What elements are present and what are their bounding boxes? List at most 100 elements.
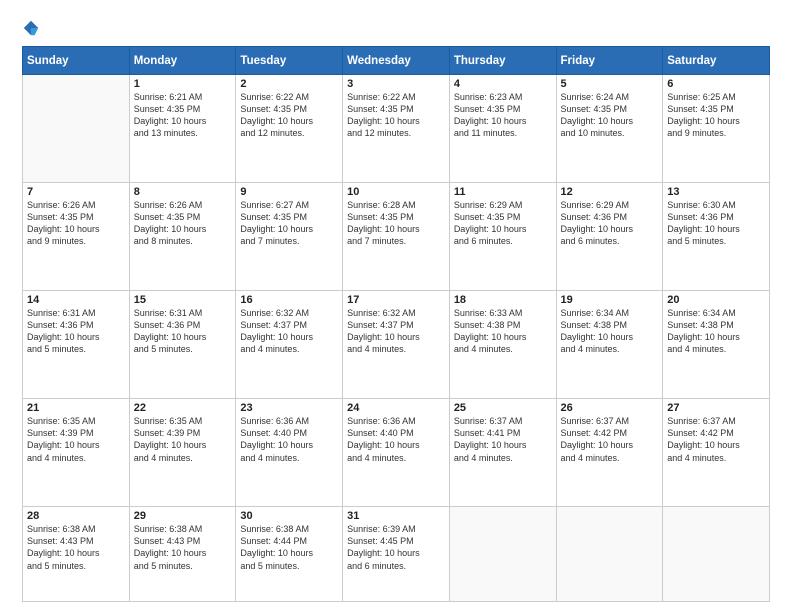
day-info: Sunrise: 6:29 AMSunset: 4:36 PMDaylight:… xyxy=(561,199,659,248)
calendar-cell xyxy=(449,507,556,602)
calendar-cell: 24Sunrise: 6:36 AMSunset: 4:40 PMDayligh… xyxy=(343,399,450,507)
logo xyxy=(22,18,42,38)
calendar-cell xyxy=(556,507,663,602)
day-info: Sunrise: 6:26 AMSunset: 4:35 PMDaylight:… xyxy=(27,199,125,248)
day-number: 5 xyxy=(561,78,659,90)
day-number: 21 xyxy=(27,402,125,414)
calendar-cell xyxy=(23,75,130,183)
calendar-cell: 7Sunrise: 6:26 AMSunset: 4:35 PMDaylight… xyxy=(23,183,130,291)
weekday-header-tuesday: Tuesday xyxy=(236,47,343,75)
day-number: 16 xyxy=(240,294,338,306)
day-number: 20 xyxy=(667,294,765,306)
day-number: 8 xyxy=(134,186,232,198)
weekday-header-thursday: Thursday xyxy=(449,47,556,75)
week-row-2: 7Sunrise: 6:26 AMSunset: 4:35 PMDaylight… xyxy=(23,183,770,291)
day-info: Sunrise: 6:34 AMSunset: 4:38 PMDaylight:… xyxy=(561,307,659,356)
day-info: Sunrise: 6:33 AMSunset: 4:38 PMDaylight:… xyxy=(454,307,552,356)
day-number: 29 xyxy=(134,510,232,522)
day-number: 25 xyxy=(454,402,552,414)
calendar-cell: 8Sunrise: 6:26 AMSunset: 4:35 PMDaylight… xyxy=(129,183,236,291)
day-number: 13 xyxy=(667,186,765,198)
calendar-cell: 23Sunrise: 6:36 AMSunset: 4:40 PMDayligh… xyxy=(236,399,343,507)
calendar-cell: 9Sunrise: 6:27 AMSunset: 4:35 PMDaylight… xyxy=(236,183,343,291)
day-number: 9 xyxy=(240,186,338,198)
calendar-cell: 20Sunrise: 6:34 AMSunset: 4:38 PMDayligh… xyxy=(663,291,770,399)
day-info: Sunrise: 6:37 AMSunset: 4:42 PMDaylight:… xyxy=(667,415,765,464)
calendar-cell: 6Sunrise: 6:25 AMSunset: 4:35 PMDaylight… xyxy=(663,75,770,183)
calendar-table: SundayMondayTuesdayWednesdayThursdayFrid… xyxy=(22,46,770,602)
day-number: 23 xyxy=(240,402,338,414)
day-number: 11 xyxy=(454,186,552,198)
calendar-cell: 12Sunrise: 6:29 AMSunset: 4:36 PMDayligh… xyxy=(556,183,663,291)
day-info: Sunrise: 6:38 AMSunset: 4:43 PMDaylight:… xyxy=(27,523,125,572)
day-number: 12 xyxy=(561,186,659,198)
day-info: Sunrise: 6:21 AMSunset: 4:35 PMDaylight:… xyxy=(134,91,232,140)
calendar-cell: 5Sunrise: 6:24 AMSunset: 4:35 PMDaylight… xyxy=(556,75,663,183)
day-number: 7 xyxy=(27,186,125,198)
week-row-1: 1Sunrise: 6:21 AMSunset: 4:35 PMDaylight… xyxy=(23,75,770,183)
calendar-cell: 4Sunrise: 6:23 AMSunset: 4:35 PMDaylight… xyxy=(449,75,556,183)
weekday-header-monday: Monday xyxy=(129,47,236,75)
calendar-cell: 31Sunrise: 6:39 AMSunset: 4:45 PMDayligh… xyxy=(343,507,450,602)
day-number: 17 xyxy=(347,294,445,306)
weekday-header-wednesday: Wednesday xyxy=(343,47,450,75)
day-number: 30 xyxy=(240,510,338,522)
day-info: Sunrise: 6:30 AMSunset: 4:36 PMDaylight:… xyxy=(667,199,765,248)
calendar-cell xyxy=(663,507,770,602)
day-number: 27 xyxy=(667,402,765,414)
day-info: Sunrise: 6:22 AMSunset: 4:35 PMDaylight:… xyxy=(240,91,338,140)
calendar-cell: 17Sunrise: 6:32 AMSunset: 4:37 PMDayligh… xyxy=(343,291,450,399)
day-info: Sunrise: 6:29 AMSunset: 4:35 PMDaylight:… xyxy=(454,199,552,248)
day-info: Sunrise: 6:35 AMSunset: 4:39 PMDaylight:… xyxy=(27,415,125,464)
day-info: Sunrise: 6:34 AMSunset: 4:38 PMDaylight:… xyxy=(667,307,765,356)
calendar-cell: 28Sunrise: 6:38 AMSunset: 4:43 PMDayligh… xyxy=(23,507,130,602)
week-row-3: 14Sunrise: 6:31 AMSunset: 4:36 PMDayligh… xyxy=(23,291,770,399)
week-row-4: 21Sunrise: 6:35 AMSunset: 4:39 PMDayligh… xyxy=(23,399,770,507)
day-info: Sunrise: 6:36 AMSunset: 4:40 PMDaylight:… xyxy=(240,415,338,464)
day-number: 31 xyxy=(347,510,445,522)
calendar-cell: 18Sunrise: 6:33 AMSunset: 4:38 PMDayligh… xyxy=(449,291,556,399)
calendar-cell: 13Sunrise: 6:30 AMSunset: 4:36 PMDayligh… xyxy=(663,183,770,291)
week-row-5: 28Sunrise: 6:38 AMSunset: 4:43 PMDayligh… xyxy=(23,507,770,602)
calendar-cell: 16Sunrise: 6:32 AMSunset: 4:37 PMDayligh… xyxy=(236,291,343,399)
calendar-cell: 3Sunrise: 6:22 AMSunset: 4:35 PMDaylight… xyxy=(343,75,450,183)
day-info: Sunrise: 6:37 AMSunset: 4:42 PMDaylight:… xyxy=(561,415,659,464)
day-number: 3 xyxy=(347,78,445,90)
calendar-cell: 10Sunrise: 6:28 AMSunset: 4:35 PMDayligh… xyxy=(343,183,450,291)
day-info: Sunrise: 6:35 AMSunset: 4:39 PMDaylight:… xyxy=(134,415,232,464)
day-info: Sunrise: 6:24 AMSunset: 4:35 PMDaylight:… xyxy=(561,91,659,140)
calendar-cell: 29Sunrise: 6:38 AMSunset: 4:43 PMDayligh… xyxy=(129,507,236,602)
calendar-cell: 27Sunrise: 6:37 AMSunset: 4:42 PMDayligh… xyxy=(663,399,770,507)
header xyxy=(22,18,770,38)
day-number: 22 xyxy=(134,402,232,414)
weekday-header-saturday: Saturday xyxy=(663,47,770,75)
calendar-cell: 25Sunrise: 6:37 AMSunset: 4:41 PMDayligh… xyxy=(449,399,556,507)
day-number: 28 xyxy=(27,510,125,522)
day-number: 19 xyxy=(561,294,659,306)
day-info: Sunrise: 6:36 AMSunset: 4:40 PMDaylight:… xyxy=(347,415,445,464)
weekday-header-sunday: Sunday xyxy=(23,47,130,75)
calendar-cell: 30Sunrise: 6:38 AMSunset: 4:44 PMDayligh… xyxy=(236,507,343,602)
calendar-cell: 21Sunrise: 6:35 AMSunset: 4:39 PMDayligh… xyxy=(23,399,130,507)
calendar-cell: 11Sunrise: 6:29 AMSunset: 4:35 PMDayligh… xyxy=(449,183,556,291)
day-info: Sunrise: 6:31 AMSunset: 4:36 PMDaylight:… xyxy=(27,307,125,356)
calendar-cell: 22Sunrise: 6:35 AMSunset: 4:39 PMDayligh… xyxy=(129,399,236,507)
day-info: Sunrise: 6:31 AMSunset: 4:36 PMDaylight:… xyxy=(134,307,232,356)
day-info: Sunrise: 6:38 AMSunset: 4:44 PMDaylight:… xyxy=(240,523,338,572)
day-info: Sunrise: 6:32 AMSunset: 4:37 PMDaylight:… xyxy=(240,307,338,356)
calendar-cell: 1Sunrise: 6:21 AMSunset: 4:35 PMDaylight… xyxy=(129,75,236,183)
day-number: 15 xyxy=(134,294,232,306)
calendar-cell: 26Sunrise: 6:37 AMSunset: 4:42 PMDayligh… xyxy=(556,399,663,507)
page: SundayMondayTuesdayWednesdayThursdayFrid… xyxy=(0,0,792,612)
day-info: Sunrise: 6:37 AMSunset: 4:41 PMDaylight:… xyxy=(454,415,552,464)
day-number: 18 xyxy=(454,294,552,306)
calendar-cell: 14Sunrise: 6:31 AMSunset: 4:36 PMDayligh… xyxy=(23,291,130,399)
day-info: Sunrise: 6:39 AMSunset: 4:45 PMDaylight:… xyxy=(347,523,445,572)
logo-icon xyxy=(22,19,40,37)
day-number: 4 xyxy=(454,78,552,90)
day-info: Sunrise: 6:22 AMSunset: 4:35 PMDaylight:… xyxy=(347,91,445,140)
day-number: 2 xyxy=(240,78,338,90)
day-info: Sunrise: 6:32 AMSunset: 4:37 PMDaylight:… xyxy=(347,307,445,356)
day-number: 1 xyxy=(134,78,232,90)
day-info: Sunrise: 6:38 AMSunset: 4:43 PMDaylight:… xyxy=(134,523,232,572)
